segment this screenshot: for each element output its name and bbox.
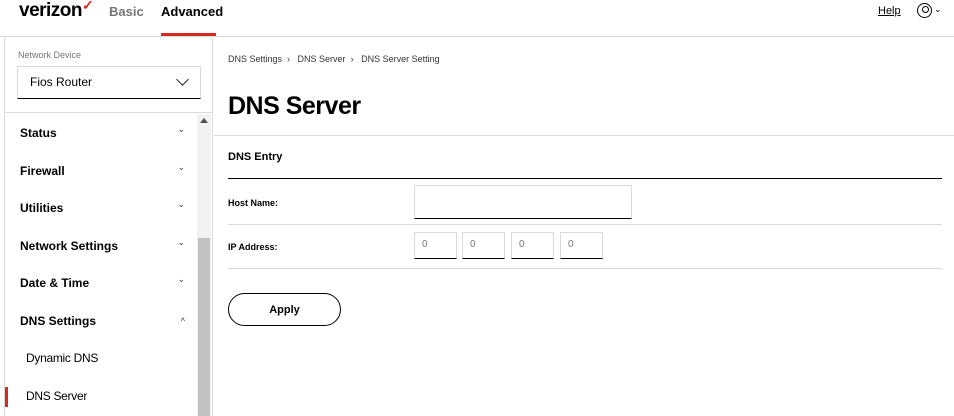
sidebar-nav: Status ⌄ Firewall ⌄ Utilities ⌄ Network Set… [5, 114, 197, 414]
select-value: Fios Router [30, 75, 93, 89]
divider [5, 112, 212, 113]
divider [228, 224, 942, 225]
apply-button[interactable]: Apply [228, 293, 341, 326]
chevron-down-icon: ⌄ [177, 199, 185, 209]
section-title: DNS Entry [228, 151, 283, 163]
divider [228, 178, 942, 179]
sidebar-item-status[interactable]: Status ⌄ [5, 114, 197, 152]
sidebar-item-firewall[interactable]: Firewall ⌄ [5, 152, 197, 190]
scroll-up-arrow-icon[interactable] [200, 118, 208, 123]
scrollbar-thumb[interactable] [198, 238, 210, 416]
sidebar-item-utilities[interactable]: Utilities ⌄ [5, 189, 197, 227]
chevron-down-icon: ⌄ [177, 236, 185, 247]
chevron-right-icon: › [287, 54, 291, 64]
tab-advanced[interactable]: Advanced [161, 4, 223, 19]
ip-octet-1-input[interactable]: 0 [414, 232, 457, 259]
sidebar-subitem-dns-server[interactable]: DNS Server [5, 377, 197, 415]
chevron-up-icon: ^ [180, 315, 185, 326]
ip-octet-2-input[interactable]: 0 [462, 232, 505, 259]
chevron-down-icon: ⌄ [177, 274, 185, 284]
user-icon[interactable] [917, 3, 932, 18]
breadcrumb-dns-settings[interactable]: DNS Settings [228, 54, 282, 64]
chevron-right-icon: › [350, 54, 354, 64]
sidebar-scrollbar[interactable] [197, 114, 211, 416]
chevron-down-icon [176, 73, 189, 86]
network-device-select[interactable]: Fios Router [17, 66, 201, 99]
ip-octet-4-input[interactable]: 0 [560, 232, 603, 259]
divider [228, 268, 942, 269]
chevron-down-icon[interactable]: ⌄ [934, 4, 942, 15]
divider [214, 135, 954, 136]
host-name-label: Host Name: [228, 198, 279, 208]
sidebar-item-network-settings[interactable]: Network Settings ⌄ [5, 227, 197, 265]
breadcrumb: DNS Settings › DNS Server › DNS Server Set… [228, 54, 445, 64]
page-title: DNS Server [228, 92, 361, 120]
host-name-input[interactable] [414, 185, 632, 219]
ip-address-label: IP Address: [228, 242, 278, 252]
active-tab-indicator [161, 33, 216, 36]
chevron-down-icon: ⌄ [177, 161, 185, 172]
network-device-label: Network Device [18, 50, 82, 60]
sidebar-subitem-dynamic-dns[interactable]: Dynamic DNS [5, 339, 197, 377]
breadcrumb-dns-server[interactable]: DNS Server [298, 54, 346, 64]
sidebar: Network Device Fios Router Status ⌄ Firew… [4, 38, 213, 416]
chevron-down-icon: ⌄ [177, 124, 185, 134]
breadcrumb-current: DNS Server Setting [361, 54, 440, 64]
ip-octet-3-input[interactable]: 0 [511, 232, 554, 259]
help-link[interactable]: Help [878, 5, 901, 17]
top-bar: verizon✓ Basic Advanced Help ⌄ [0, 0, 954, 37]
verizon-logo[interactable]: verizon✓ [19, 0, 94, 22]
tab-basic[interactable]: Basic [109, 4, 144, 19]
sidebar-item-dns-settings[interactable]: DNS Settings ^ [5, 302, 197, 340]
sidebar-item-date-time[interactable]: Date & Time ⌄ [5, 264, 197, 302]
